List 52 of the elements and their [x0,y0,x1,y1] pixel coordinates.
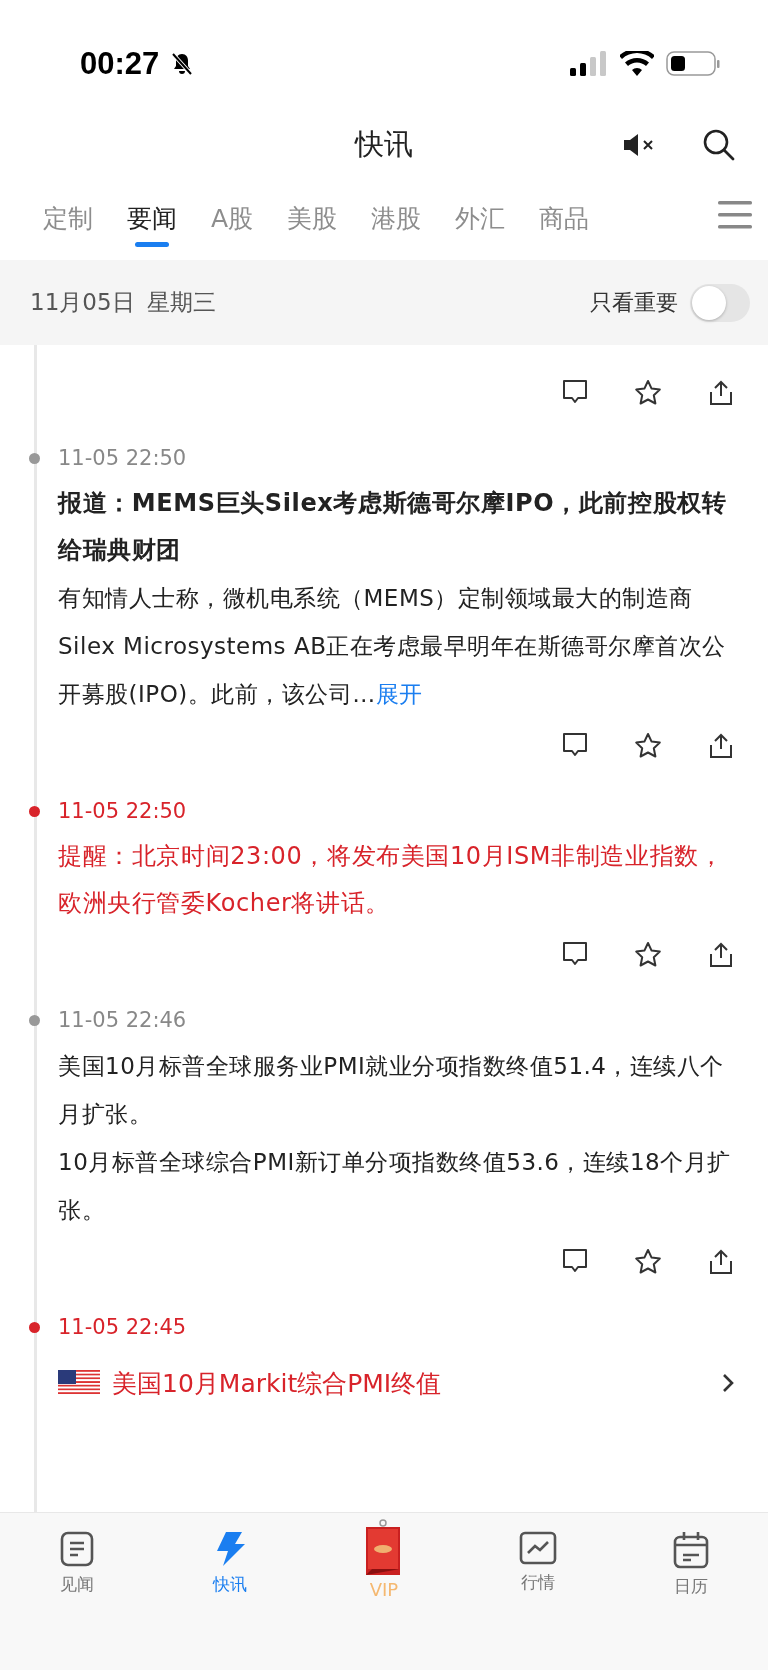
news-paragraph: 10月标普全球综合PMI新订单分项指数终值53.6，连续18个月扩张。 [58,1148,732,1225]
star-icon[interactable] [634,941,662,968]
chevron-right-icon [722,1373,734,1393]
share-icon[interactable] [708,732,734,759]
news-time: 11-05 22:46 [58,1008,187,1032]
expand-link[interactable]: 展开 [375,681,423,707]
comment-icon[interactable] [562,379,588,405]
comment-icon[interactable] [562,941,588,967]
menu-icon[interactable] [718,200,752,230]
date-label: 11月05日 [30,288,135,317]
weekday-label: 星期三 [146,288,216,317]
category-tab[interactable]: 定制 [28,196,108,247]
status-time: 00:27 [80,46,160,82]
wifi-icon [620,51,654,77]
category-tab[interactable]: 港股 [356,196,437,247]
battery-icon [666,51,720,77]
important-toggle[interactable] [690,283,750,322]
comment-icon[interactable] [562,732,588,758]
category-tab[interactable]: 美股 [272,196,353,247]
category-tab[interactable]: 外汇 [440,196,521,247]
star-icon[interactable] [634,1248,662,1275]
share-icon[interactable] [708,1248,734,1275]
news-time: 11-05 22:50 [58,446,187,470]
news-headline[interactable]: 报道：MEMS巨头Silex考虑斯德哥尔摩IPO，此前控股权转给瑞典财团 [58,480,734,574]
share-icon[interactable] [708,379,734,406]
indicator-title: 美国10月Markit综合PMI终值 [112,1367,442,1400]
nav-tab[interactable]: 见闻 [0,1519,154,1619]
lightning-icon [214,1531,247,1567]
share-icon[interactable] [708,941,734,968]
category-tab[interactable]: 商品 [524,196,605,247]
nav-tab[interactable]: 快讯 [153,1519,308,1619]
page-title: 快讯 [355,126,413,163]
signal-icon [570,51,608,77]
news-paragraph: 美国10月标普全球服务业PMI就业分项指数终值51.4，连续八个月扩张。 [58,1052,725,1129]
calendar-icon [673,1531,710,1569]
news-headline[interactable]: 提醒：北京时间23:00，将发布美国10月ISM非制造业指数，欧洲央行管委Kocher将讲话。 [58,833,734,927]
chart-icon [518,1531,557,1565]
category-tab[interactable]: 要闻 [112,196,192,247]
search-icon[interactable] [702,128,736,162]
filter-label: 只看重要 [590,288,678,317]
indicator-row[interactable]: 美国10月Markit综合PMI终值 [58,1357,734,1409]
category-tab[interactable]: A股 [196,196,269,247]
comment-icon[interactable] [562,1248,588,1274]
star-icon[interactable] [634,379,662,406]
news-summary: 有知情人士称，微机电系统（MEMS）定制领域最大的制造商Silex Microsystems AB正在考虑最早明年在斯德哥尔摩首次公开募股(IPO)。此前，该公司…展开 [58,584,727,709]
nav-tab[interactable]: 日历 [614,1519,768,1619]
flag-icon [58,1370,100,1396]
news-time: 11-05 22:45 [58,1315,187,1339]
nav-tab[interactable]: 行情 [460,1519,615,1619]
star-icon[interactable] [634,732,662,759]
news-time: 11-05 22:50 [58,799,187,823]
document-icon [59,1531,94,1567]
